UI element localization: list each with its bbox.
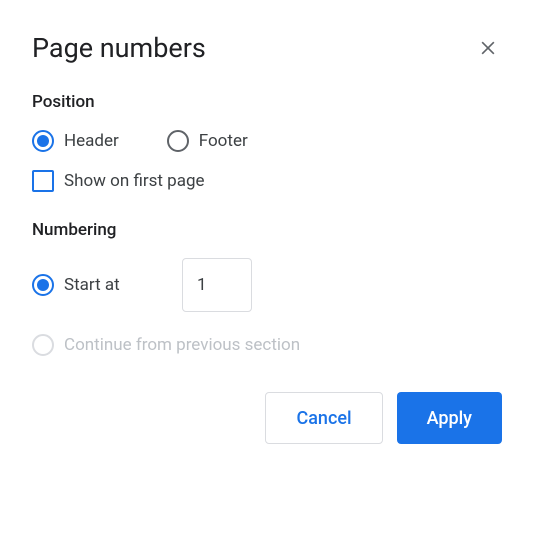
- start-at-label: Start at: [64, 275, 124, 295]
- cancel-button[interactable]: Cancel: [265, 392, 382, 444]
- close-button[interactable]: [474, 34, 502, 62]
- continue-label: Continue from previous section: [64, 335, 300, 355]
- start-at-input[interactable]: [182, 258, 252, 312]
- start-at-radio[interactable]: [32, 274, 54, 296]
- continue-radio-group: Continue from previous section: [32, 334, 300, 356]
- header-radio-label: Header: [64, 131, 119, 151]
- show-first-page-checkbox[interactable]: [32, 170, 54, 192]
- position-radio-row: Header Footer: [32, 130, 502, 152]
- button-row: Cancel Apply: [32, 392, 502, 444]
- continue-row: Continue from previous section: [32, 334, 502, 356]
- footer-radio-group[interactable]: Footer: [167, 130, 248, 152]
- start-at-radio-group[interactable]: Start at: [32, 274, 124, 296]
- show-first-page-label: Show on first page: [64, 171, 205, 191]
- header-radio-group[interactable]: Header: [32, 130, 119, 152]
- start-at-row: Start at: [32, 258, 502, 312]
- position-section-label: Position: [32, 92, 502, 112]
- numbering-section-label: Numbering: [32, 220, 502, 240]
- dialog-title: Page numbers: [32, 32, 206, 64]
- apply-button[interactable]: Apply: [397, 392, 502, 444]
- show-first-page-checkbox-group[interactable]: Show on first page: [32, 170, 502, 192]
- close-icon: [478, 38, 498, 58]
- footer-radio-label: Footer: [199, 131, 248, 151]
- dialog-header: Page numbers: [32, 32, 502, 64]
- footer-radio[interactable]: [167, 130, 189, 152]
- continue-radio: [32, 334, 54, 356]
- header-radio[interactable]: [32, 130, 54, 152]
